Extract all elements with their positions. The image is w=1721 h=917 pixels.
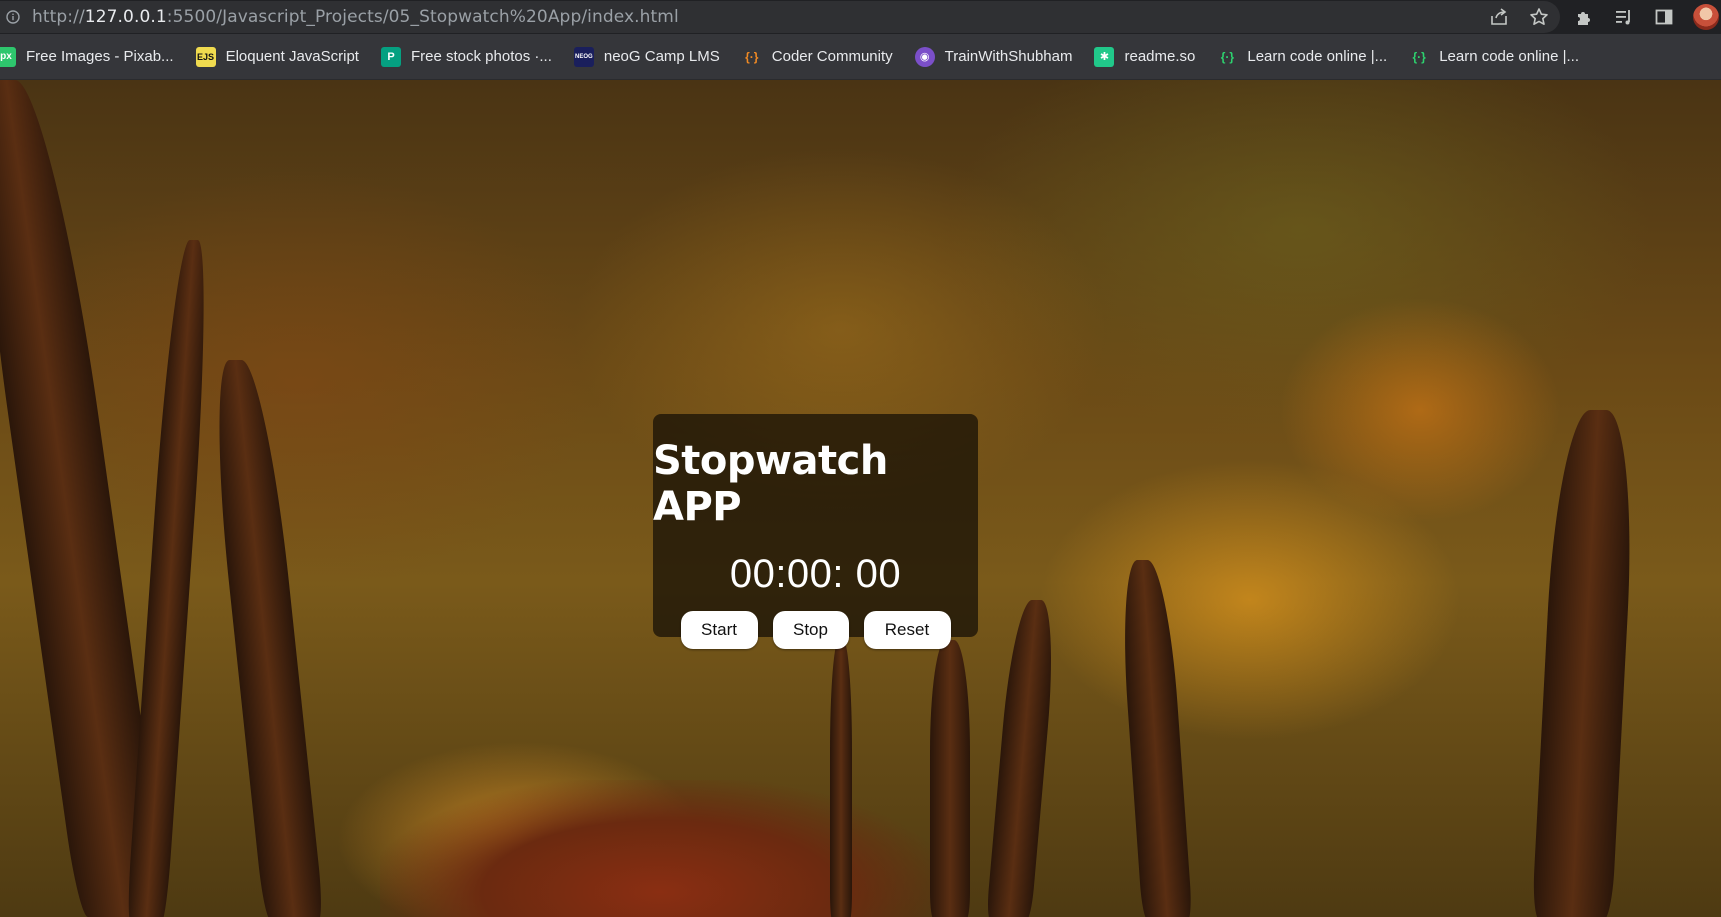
- pixabay-icon: px: [0, 46, 16, 67]
- reset-button[interactable]: Reset: [863, 611, 951, 649]
- browser-toolbar: http://127.0.0.1:5500/Javascript_Project…: [0, 0, 1721, 34]
- bookmark-label: Free stock photos ·...: [410, 48, 552, 65]
- coder-community-icon: {·}: [745, 49, 759, 64]
- timer-display: 00:00: 00: [729, 552, 902, 596]
- share-icon[interactable]: [1488, 6, 1510, 28]
- bookmark-item[interactable]: px Free Images - Pixab...: [0, 41, 182, 73]
- side-panel-icon[interactable]: [1653, 6, 1675, 28]
- bookmark-item[interactable]: NEOG neoG Camp LMS: [573, 41, 728, 73]
- url-path: :5500/Javascript_Projects/05_Stopwatch%2…: [166, 7, 679, 27]
- start-button[interactable]: Start: [680, 611, 758, 649]
- url-host: 127.0.0.1: [84, 7, 167, 27]
- eloquent-js-icon: EJS: [195, 46, 216, 67]
- profile-avatar[interactable]: [1693, 4, 1719, 30]
- bookmark-label: neoG Camp LMS: [603, 48, 720, 65]
- tree-trunk: [205, 360, 325, 917]
- bookmark-item[interactable]: ◉ TrainWithShubham: [914, 41, 1081, 73]
- bookmark-item[interactable]: {·} Learn code online |...: [1217, 41, 1395, 73]
- tree-trunk: [986, 600, 1059, 917]
- bookmark-label: Free Images - Pixab...: [26, 48, 174, 65]
- bookmark-label: Eloquent JavaScript: [225, 48, 359, 65]
- tree-trunk: [930, 640, 970, 917]
- neog-icon: NEOG: [573, 46, 594, 67]
- bookmark-item[interactable]: P Free stock photos ·...: [380, 41, 560, 73]
- codedamn-icon: {·}: [1220, 49, 1235, 64]
- forest-path: [380, 780, 940, 917]
- bookmark-item[interactable]: ✱ readme.so: [1094, 41, 1203, 73]
- readme-icon: ✱: [1094, 46, 1115, 67]
- tree-trunk: [830, 640, 852, 917]
- bookmark-label: readme.so: [1124, 48, 1196, 65]
- tree-trunk: [1117, 560, 1193, 917]
- reading-list-icon[interactable]: [1613, 6, 1635, 28]
- tree-trunk: [1531, 410, 1639, 917]
- bookmark-label: Learn code online |...: [1247, 48, 1388, 65]
- bookmark-star-icon[interactable]: [1528, 6, 1550, 28]
- bookmarks-bar: px Free Images - Pixab... EJS Eloquent J…: [0, 34, 1721, 80]
- stopwatch-card: Stopwatch APP 00:00: 00 Start Stop Reset: [653, 414, 978, 649]
- omnibox[interactable]: http://127.0.0.1:5500/Javascript_Project…: [0, 1, 1560, 33]
- extensions-icon[interactable]: [1573, 6, 1595, 28]
- bookmark-label: Learn code online |...: [1439, 48, 1580, 65]
- bookmark-item[interactable]: EJS Eloquent JavaScript: [195, 41, 367, 73]
- bookmark-item[interactable]: {·} Learn code online |...: [1409, 41, 1587, 73]
- bookmark-label: Coder Community: [771, 48, 893, 65]
- tree-trunk: [126, 240, 214, 917]
- control-buttons: Start Stop Reset: [680, 611, 951, 649]
- trainwithshubham-icon: ◉: [914, 46, 935, 67]
- info-icon[interactable]: [6, 10, 20, 24]
- url-scheme: http://: [32, 7, 85, 27]
- stop-button[interactable]: Stop: [772, 611, 849, 649]
- bookmark-item[interactable]: {·} Coder Community: [742, 41, 901, 73]
- url-text[interactable]: http://127.0.0.1:5500/Javascript_Project…: [32, 7, 679, 27]
- pexels-icon: P: [380, 46, 401, 67]
- codedamn-icon: {·}: [1412, 49, 1426, 64]
- app-title: Stopwatch APP: [653, 438, 888, 530]
- bookmark-label: TrainWithShubham: [944, 48, 1073, 65]
